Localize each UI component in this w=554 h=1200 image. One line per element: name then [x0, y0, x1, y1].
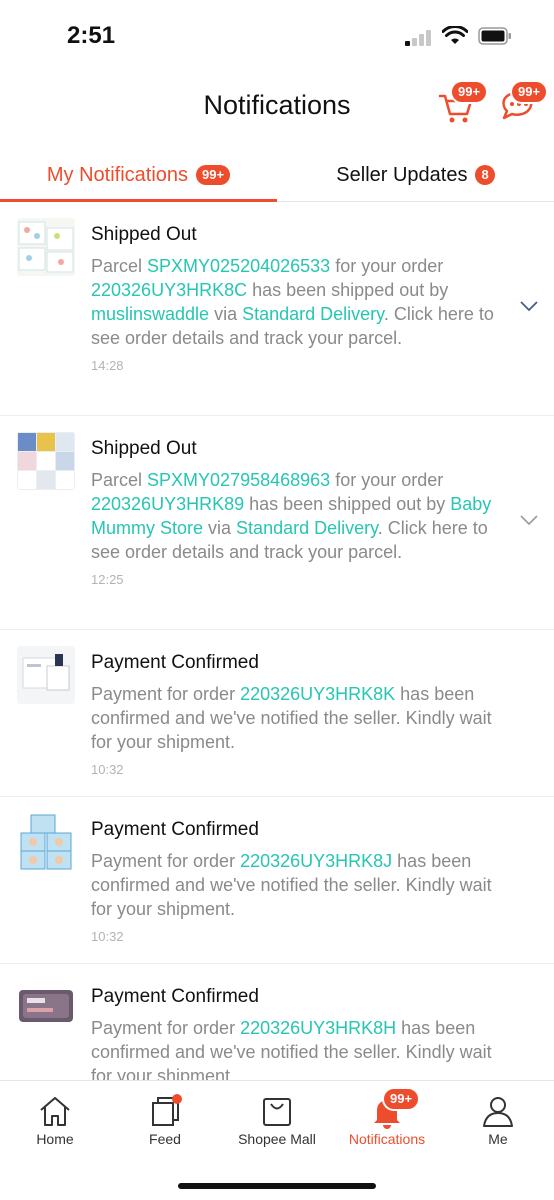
nav-label: Me [488, 1131, 508, 1147]
product-thumbnail [17, 813, 75, 871]
cellular-signal-icon [405, 30, 433, 46]
notification-time: 10:32 [91, 762, 124, 777]
tab-my-notifications[interactable]: My Notifications 99+ [0, 148, 277, 202]
tab-label: My Notifications [46, 163, 189, 186]
notification-body: Parcel SPXMY025204026533 for your order … [91, 254, 514, 350]
product-thumbnail [17, 432, 75, 490]
body-text: Parcel [91, 470, 148, 490]
body-text: has been shipped out by [247, 280, 449, 300]
nav-label: Shopee Mall [238, 1131, 316, 1147]
nav-me[interactable]: Me [443, 1081, 553, 1161]
cart-badge: 99+ [450, 80, 489, 104]
product-thumbnail [17, 646, 75, 704]
body-text: Payment for order [91, 684, 241, 704]
notifications-badge: 99+ [382, 1087, 421, 1111]
body-text: for your order [330, 256, 444, 276]
body-text: for your order [330, 470, 444, 490]
notification-time: 12:25 [91, 572, 124, 587]
body-text: Payment for order [91, 851, 241, 871]
notification-item[interactable]: Payment Confirmed Payment for order 2203… [0, 630, 554, 797]
wifi-icon [442, 26, 468, 44]
body-link[interactable]: 220326UY3HRK8H [240, 1018, 396, 1038]
notification-list[interactable]: Shipped Out Parcel SPXMY025204026533 for… [0, 202, 554, 1080]
tab-badge: 99+ [196, 165, 231, 185]
header: Notifications 99+ 99+ [0, 74, 554, 140]
body-link[interactable]: SPXMY025204026533 [147, 256, 330, 276]
feed-icon [152, 1094, 182, 1126]
notification-title: Shipped Out [91, 438, 197, 459]
nav-home[interactable]: Home [0, 1081, 110, 1161]
body-text: has been shipped out by [244, 494, 451, 514]
tab-label: Seller Updates [336, 163, 468, 186]
home-indicator [178, 1183, 376, 1189]
body-text: via [203, 518, 237, 538]
tab-badge: 8 [475, 165, 495, 185]
body-text: via [209, 304, 243, 324]
nav-feed[interactable]: Feed [110, 1081, 220, 1161]
notification-item[interactable]: Shipped Out Parcel SPXMY027958468963 for… [0, 416, 554, 630]
body-link[interactable]: 220326UY3HRK89 [91, 494, 244, 514]
tab-seller-updates[interactable]: Seller Updates 8 [277, 148, 554, 202]
body-link[interactable]: muslinswaddle [91, 304, 209, 324]
notification-tabs: My Notifications 99+ Seller Updates 8 [0, 148, 554, 202]
body-link[interactable]: Standard Delivery [236, 518, 378, 538]
chat-button[interactable]: 99+ [498, 80, 549, 126]
nav-label: Home [36, 1131, 74, 1147]
status-bar: 2:51 [0, 0, 554, 74]
home-icon [40, 1097, 70, 1126]
nav-label: Notifications [348, 1131, 426, 1147]
body-text: Payment for order [91, 1018, 241, 1038]
nav-label: Feed [149, 1131, 181, 1147]
cart-button[interactable]: 99+ [434, 80, 489, 126]
body-link[interactable]: 220326UY3HRK8K [240, 684, 395, 704]
user-icon [483, 1097, 513, 1127]
body-link[interactable]: 220326UY3HRK8C [91, 280, 247, 300]
notification-time: 14:28 [91, 358, 124, 373]
nav-shopee-mall[interactable]: Shopee Mall [222, 1081, 332, 1161]
notification-item[interactable]: Shipped Out Parcel SPXMY025204026533 for… [0, 202, 554, 416]
body-link[interactable]: SPXMY027958468963 [147, 470, 330, 490]
bottom-nav: Home Feed Shopee Mall 99+ Notifications … [0, 1080, 554, 1200]
product-thumbnail [17, 980, 75, 1038]
chat-badge: 99+ [510, 80, 549, 104]
chevron-down-icon[interactable] [520, 300, 538, 312]
notification-title: Payment Confirmed [91, 819, 259, 840]
status-time: 2:51 [67, 22, 116, 49]
notification-body: Payment for order 220326UY3HRK8J has bee… [91, 849, 514, 921]
notification-body: Payment for order 220326UY3HRK8H has bee… [91, 1016, 514, 1080]
chevron-down-icon[interactable] [520, 514, 538, 526]
notification-body: Parcel SPXMY027958468963 for your order … [91, 468, 514, 564]
nav-notifications[interactable]: 99+ Notifications [332, 1081, 442, 1161]
battery-icon [478, 27, 511, 45]
notification-time: 10:32 [91, 929, 124, 944]
notification-title: Shipped Out [91, 224, 197, 245]
body-link[interactable]: Standard Delivery [242, 304, 384, 324]
notification-title: Payment Confirmed [91, 986, 259, 1007]
mall-bag-icon [263, 1098, 291, 1126]
notification-title: Payment Confirmed [91, 652, 259, 673]
notification-body: Payment for order 220326UY3HRK8K has bee… [91, 682, 514, 754]
body-link[interactable]: 220326UY3HRK8J [240, 851, 392, 871]
notification-item[interactable]: Payment Confirmed Payment for order 2203… [0, 964, 554, 1080]
body-text: Parcel [91, 256, 148, 276]
notification-item[interactable]: Payment Confirmed Payment for order 2203… [0, 797, 554, 964]
product-thumbnail [17, 218, 75, 276]
